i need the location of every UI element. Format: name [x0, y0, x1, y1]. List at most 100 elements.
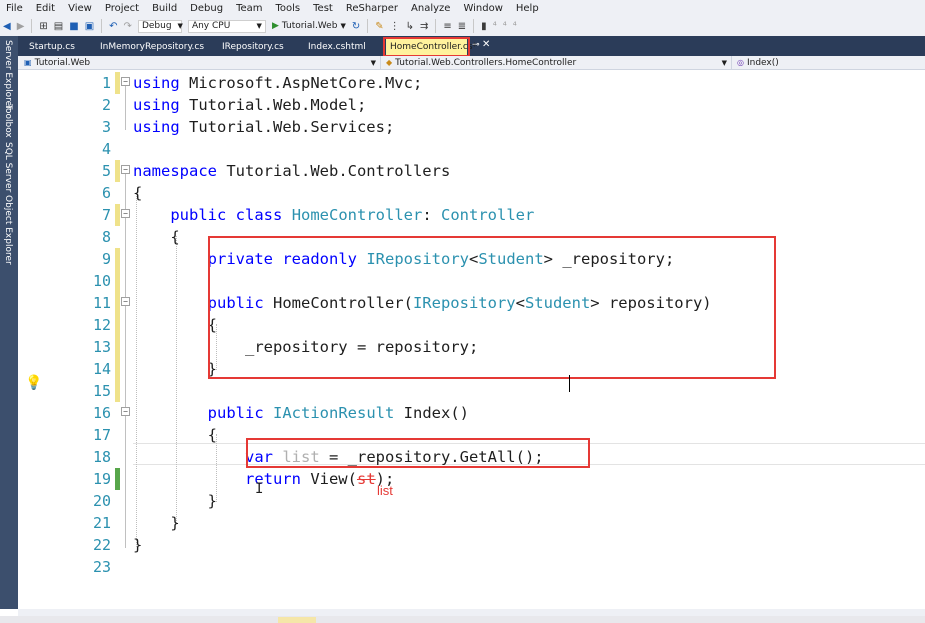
chevron-down-icon: ▼ — [256, 22, 262, 30]
refresh-icon[interactable]: ↻ — [352, 21, 360, 32]
sql-server-object-explorer-tab[interactable]: SQL Server Object Explorer — [3, 142, 13, 265]
menu-item-view[interactable]: View — [62, 3, 99, 14]
type-dropdown[interactable]: ◆ Tutorial.Web.Controllers.HomeControlle… — [382, 56, 732, 69]
clear-bookmarks-icon[interactable]: ⁴ — [513, 21, 517, 32]
menu-item-file[interactable]: File — [0, 3, 30, 14]
undo-icon[interactable]: ↶ — [109, 21, 117, 32]
chevron-down-icon: ▼ — [177, 22, 183, 30]
menu-item-project[interactable]: Project — [99, 3, 146, 14]
toolbox-tab[interactable]: Toolbox — [3, 104, 13, 138]
change-indicator — [115, 72, 120, 94]
tab-irepository-cs[interactable]: IRepository.cs — [222, 40, 284, 54]
play-icon: ▶ — [271, 21, 279, 31]
member-dropdown[interactable]: ◎ Index() — [733, 56, 925, 69]
prev-bookmark-icon[interactable]: ⁴ — [493, 21, 497, 32]
editor-navigation-bar: ▣ Tutorial.Web ▼ ◆ Tutorial.Web.Controll… — [18, 56, 925, 70]
menu-item-window[interactable]: Window — [457, 3, 509, 14]
uncomment-icon[interactable]: ≣ — [458, 21, 466, 32]
solution-configuration-dropdown[interactable]: Debug ▼ — [137, 19, 183, 33]
menu-item-debug[interactable]: Debug — [184, 3, 230, 14]
solution-platform-dropdown[interactable]: Any CPU ▼ — [187, 19, 266, 33]
change-indicator — [115, 358, 120, 380]
menu-item-edit[interactable]: Edit — [30, 3, 62, 14]
run-target-label: Tutorial.Web — [281, 21, 338, 31]
horizontal-scrollbar[interactable] — [18, 609, 925, 616]
open-file-icon[interactable]: ▤ — [54, 21, 63, 32]
line-number: 4 — [101, 140, 111, 158]
new-project-icon[interactable]: ⊞ — [39, 21, 47, 32]
project-dropdown[interactable]: ▣ Tutorial.Web ▼ — [18, 56, 381, 69]
find-icon[interactable]: ⋮ — [390, 21, 400, 32]
code-line[interactable]: 4 — [18, 138, 925, 160]
code-line[interactable]: 3 using Tutorial.Web.Services; — [18, 116, 925, 138]
status-bar — [0, 616, 925, 623]
change-indicator — [115, 204, 120, 226]
code-text: { — [133, 426, 217, 444]
code-line[interactable]: 22} — [18, 534, 925, 556]
line-number: 20 — [92, 492, 111, 510]
menu-bar: File Edit View Project Build Debug Team Tools Te… — [0, 0, 925, 16]
code-text: } — [133, 360, 217, 378]
menu-item-analyze[interactable]: Analyze — [405, 3, 457, 14]
menu-item-tools[interactable]: Tools — [270, 3, 308, 14]
tab-inmemoryrepository-cs[interactable]: InMemoryRepository.cs — [100, 40, 204, 54]
code-line[interactable]: 15 — [18, 380, 925, 402]
standard-toolbar: ◀ ▶ ⊞ ▤ ■ ▣ ↶ ↷ Debug ▼ Any CPU ▼ ▶ Tuto… — [0, 16, 925, 36]
save-icon[interactable]: ■ — [69, 21, 78, 32]
code-text: } — [133, 492, 217, 510]
save-all-icon[interactable]: ▣ — [85, 21, 94, 32]
forward-icon[interactable]: ▶ — [17, 21, 25, 32]
code-line[interactable]: 23 — [18, 556, 925, 578]
chevron-down-icon: ▼ — [721, 58, 727, 67]
scrollbar-thumb[interactable] — [278, 617, 316, 623]
code-line[interactable]: 6{ — [18, 182, 925, 204]
code-text: public class HomeController: Controller — [170, 206, 535, 224]
code-line[interactable]: 7 − public class HomeController: Controll… — [18, 204, 925, 226]
back-icon[interactable]: ◀ — [3, 21, 11, 32]
line-number: 10 — [92, 272, 111, 290]
menu-item-build[interactable]: Build — [146, 3, 184, 14]
quick-action-lightbulb-icon[interactable]: 💡 — [25, 375, 42, 391]
code-line[interactable]: 19 return View(st); — [18, 468, 925, 490]
code-text: return View(st); — [244, 470, 395, 488]
line-number: 5 — [101, 162, 111, 180]
bookmark-icon[interactable]: ▮ — [481, 21, 487, 32]
change-indicator — [115, 468, 120, 490]
code-line[interactable]: 1 − using Microsoft.AspNetCore.Mvc; — [18, 72, 925, 94]
collapse-icon[interactable]: − — [121, 407, 130, 416]
csharp-project-icon: ▣ — [24, 58, 32, 67]
collapse-icon[interactable]: − — [121, 165, 130, 174]
toolbar-separator — [435, 19, 437, 33]
code-line[interactable]: 16 − public IActionResult Index() — [18, 402, 925, 424]
redo-icon[interactable]: ↷ — [124, 21, 132, 32]
browser-link-icon[interactable]: ✎ — [375, 21, 383, 32]
pin-icon[interactable]: ⊸ — [472, 40, 480, 50]
menu-item-resharper[interactable]: ReSharper — [340, 3, 405, 14]
code-line[interactable]: 21 } — [18, 512, 925, 534]
start-debugging-button[interactable]: ▶ Tutorial.Web ▼ — [272, 21, 346, 31]
chevron-down-icon: ▼ — [340, 22, 346, 30]
next-bookmark-icon[interactable]: ⁴ — [503, 21, 507, 32]
tab-startup-cs[interactable]: Startup.cs — [29, 40, 75, 54]
left-tool-window-dock: Server Explorer Toolbox SQL Server Objec… — [0, 36, 18, 609]
menu-item-team[interactable]: Team — [230, 3, 269, 14]
code-line[interactable]: 5 − namespace Tutorial.Web.Controllers — [18, 160, 925, 182]
line-number: 19 — [92, 470, 111, 488]
menu-item-help[interactable]: Help — [510, 3, 546, 14]
collapse-icon[interactable]: − — [121, 77, 130, 86]
tab-index-cshtml[interactable]: Index.cshtml — [308, 40, 366, 54]
code-line[interactable]: 2 using Tutorial.Web.Model; — [18, 94, 925, 116]
code-line[interactable]: 20 } — [18, 490, 925, 512]
step-over-icon[interactable]: ⇉ — [420, 21, 428, 32]
change-indicator — [115, 314, 120, 336]
step-into-icon[interactable]: ↳ — [406, 21, 414, 32]
server-explorer-tab[interactable]: Server Explorer — [3, 40, 13, 110]
collapse-icon[interactable]: − — [121, 297, 130, 306]
line-number: 1 — [101, 74, 111, 92]
menu-item-test[interactable]: Test — [307, 3, 340, 14]
change-indicator — [115, 336, 120, 358]
line-number: 22 — [92, 536, 111, 554]
close-icon[interactable]: ✕ — [482, 39, 490, 50]
comment-icon[interactable]: ≡ — [443, 21, 451, 32]
collapse-icon[interactable]: − — [121, 209, 130, 218]
